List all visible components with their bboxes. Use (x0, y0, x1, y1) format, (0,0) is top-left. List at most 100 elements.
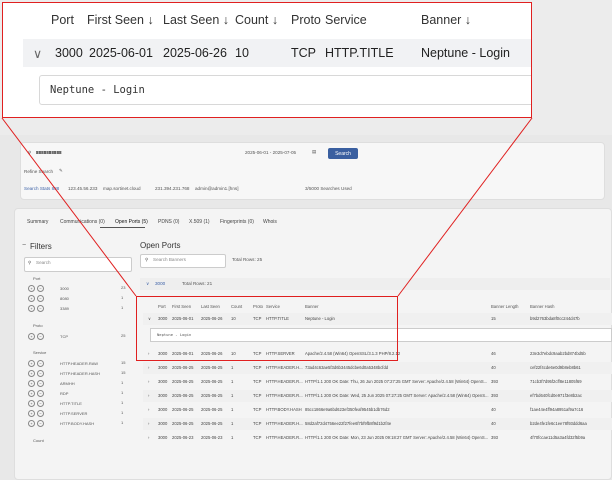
col-banner-hash[interactable]: Banner Hash (530, 304, 554, 309)
stat-3: 231.394.231.768 (155, 186, 190, 191)
filter-group-service[interactable]: Service (33, 350, 46, 355)
tab-summary[interactable]: Summary (27, 219, 48, 225)
filter-group-port[interactable]: Port (33, 276, 40, 281)
filter-item[interactable]: + − TCP 25 (28, 333, 125, 340)
zoom-row-detail: Neptune - Login (39, 75, 531, 105)
include-icon[interactable]: + (28, 360, 35, 367)
sort-icon[interactable]: ↓ (465, 13, 471, 27)
row-expand-icon[interactable]: › (148, 407, 149, 412)
row-expand-icon[interactable]: › (148, 379, 149, 384)
cell-port: 3000 (158, 379, 168, 384)
exclude-icon[interactable]: − (37, 400, 44, 407)
include-icon[interactable]: + (28, 390, 35, 397)
cell-first: 2025-06-25 (172, 379, 194, 384)
exclude-icon[interactable]: − (37, 380, 44, 387)
include-icon[interactable]: + (28, 410, 35, 417)
collapse-row-icon[interactable]: ∨ (33, 46, 42, 61)
tab-open-ports[interactable]: Open Ports (5) (115, 219, 148, 225)
exclude-icon[interactable]: − (37, 360, 44, 367)
collapse-filters-icon[interactable]: − (22, 242, 26, 249)
stat-0[interactable]: Search Stats 888 (24, 186, 59, 191)
date-range[interactable]: 2025-06-01 - 2025-07-05 (245, 150, 296, 155)
sort-icon[interactable]: ↓ (272, 13, 278, 27)
include-icon[interactable]: + (28, 305, 35, 312)
sort-icon[interactable]: ↓ (223, 13, 229, 27)
tab-pdns[interactable]: PDNS (0) (158, 219, 179, 225)
searches-used: 3/5000 Searches Used (305, 186, 352, 191)
include-icon[interactable]: + (28, 333, 35, 340)
exclude-icon[interactable]: − (37, 390, 44, 397)
group-expand-icon[interactable]: ∨ (146, 281, 149, 287)
search-button[interactable]: Search (328, 148, 358, 159)
stat-2: map.sortinet.cloud (103, 186, 141, 191)
exclude-icon[interactable]: − (37, 333, 44, 340)
cell-hash: b2de4fe1fe6c1ee78f93ddd6aa (530, 421, 587, 426)
exclude-icon[interactable]: − (37, 285, 44, 292)
filter-item[interactable]: + −3389 1 (28, 305, 123, 312)
include-icon[interactable]: + (28, 380, 35, 387)
calendar-icon[interactable]: ▤ (312, 149, 316, 155)
highlight-box (136, 296, 398, 361)
filter-item[interactable]: + − HTTP.HEADER.HASH 15 (28, 370, 125, 377)
search-input[interactable]: 8888888888 (36, 150, 62, 155)
exclude-icon[interactable]: − (37, 370, 44, 377)
cell-banner: HTTP/1.1 200 OK Date: Thu, 26 Jun 2025 0… (305, 379, 488, 384)
zoom-col-service[interactable]: Service (325, 13, 367, 27)
tab-communications[interactable]: Communications (0) (60, 219, 105, 225)
filter-group-count[interactable]: Count (33, 438, 44, 443)
cell-banner: HTTP/1.1 200 OK Date: Wed, 25 Jun 2025 0… (305, 393, 489, 398)
zoom-col-banner[interactable]: Banner ↓ (421, 13, 471, 27)
zoom-cell-port: 3000 (55, 46, 83, 60)
row-expand-icon[interactable]: › (148, 435, 149, 440)
row-expand-icon[interactable]: › (148, 393, 149, 398)
exclude-icon[interactable]: − (37, 410, 44, 417)
table-row[interactable]: › 3000 2025-06-25 2025-06-25 1 TCP HTTP.… (143, 404, 612, 416)
cell-proto: TCP (253, 435, 262, 440)
include-icon[interactable]: + (28, 420, 35, 427)
refine-search-label[interactable]: Refine Search (24, 169, 53, 174)
include-icon[interactable]: + (28, 285, 35, 292)
include-icon[interactable]: + (28, 295, 35, 302)
table-row[interactable]: › 3000 2025-06-25 2025-06-25 1 TCP HTTP.… (143, 376, 612, 388)
filter-item[interactable]: + − HTTP.HEADER.RAW 15 (28, 360, 125, 367)
zoom-col-port[interactable]: Port (51, 13, 74, 27)
filter-item[interactable]: + −3000 23 (28, 285, 125, 292)
row-expand-icon[interactable]: › (148, 421, 149, 426)
zoom-col-last-seen[interactable]: Last Seen ↓ (163, 13, 229, 27)
zoom-table-row[interactable]: ∨ 3000 2025-06-01 2025-06-26 10 TCP HTTP… (23, 39, 531, 67)
cell-count: 1 (231, 435, 234, 440)
zoom-col-proto[interactable]: Proto (291, 13, 321, 27)
zoom-col-first-seen[interactable]: First Seen ↓ (87, 13, 154, 27)
exclude-icon[interactable]: − (37, 420, 44, 427)
cell-hash: cef22f4cde6e0d9b8eb8b61 (530, 365, 581, 370)
table-row[interactable]: › 3000 2025-06-25 2025-06-25 1 TCP HTTP.… (143, 418, 612, 430)
filters-title: Filters (30, 242, 52, 251)
cell-count: 1 (231, 393, 234, 398)
open-ports-title: Open Ports (140, 241, 181, 250)
include-icon[interactable]: + (28, 400, 35, 407)
table-row[interactable]: › 3000 2025-06-23 2025-06-23 1 TCP HTTP.… (143, 432, 612, 444)
filter-item[interactable]: + − HTTP.BODY.HASH 1 (28, 420, 123, 427)
cell-service: HTTP.HEADER.R... (266, 379, 303, 384)
filter-item[interactable]: + − HTTP.SERVER 1 (28, 410, 123, 417)
tab-whois[interactable]: Whois (263, 219, 277, 225)
filter-item[interactable]: + − HTTP.TITLE 1 (28, 400, 123, 407)
exclude-icon[interactable]: − (37, 295, 44, 302)
exclude-icon[interactable]: − (37, 305, 44, 312)
tab-x509[interactable]: X.509 (1) (189, 219, 210, 225)
filter-item[interactable]: + − ARMHH 1 (28, 380, 123, 387)
filter-item[interactable]: + − RDP 1 (28, 390, 123, 397)
edit-icon[interactable]: ✎ (59, 168, 63, 174)
filter-item[interactable]: + −8080 1 (28, 295, 123, 302)
table-row[interactable]: › 3000 2025-06-25 2025-06-25 1 TCP HTTP.… (143, 390, 612, 402)
zoom-cell-first-seen: 2025-06-01 (89, 46, 153, 60)
tab-fingerprints[interactable]: Fingerprints (0) (220, 219, 254, 225)
filter-group-proto[interactable]: Proto (33, 323, 43, 328)
col-banner-length[interactable]: Banner Length (491, 304, 518, 309)
table-row[interactable]: › 3000 2025-06-25 2025-06-25 1 TCP HTTP.… (143, 362, 612, 374)
zoom-col-count[interactable]: Count ↓ (235, 13, 278, 27)
cell-port: 3000 (158, 407, 168, 412)
sort-icon[interactable]: ↓ (147, 13, 153, 27)
include-icon[interactable]: + (28, 370, 35, 377)
row-expand-icon[interactable]: › (148, 365, 149, 370)
